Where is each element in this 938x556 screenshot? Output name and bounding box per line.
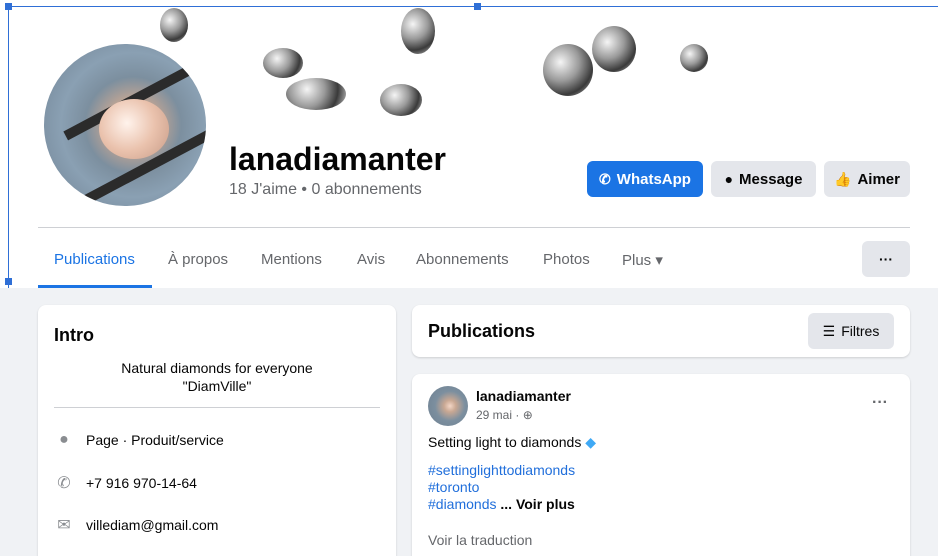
divider (54, 407, 380, 408)
tab-about[interactable]: À propos (168, 251, 228, 268)
publications-title: Publications (428, 321, 536, 341)
hashtag-link[interactable]: #diamonds (428, 496, 497, 512)
diamond-image (543, 44, 593, 96)
diamond-image (680, 44, 708, 72)
diamond-image (592, 26, 636, 72)
diamond-image (263, 48, 303, 78)
intro-row-email: ✉ villediam@gmail.com (54, 515, 218, 535)
diamond-image (286, 78, 346, 110)
message-button[interactable]: ● Message (711, 161, 816, 197)
diamond-emoji-icon: ◆ (585, 434, 596, 450)
messenger-icon: ● (724, 171, 734, 187)
diamond-image (99, 99, 169, 159)
tab-followers[interactable]: Abonnements (416, 251, 509, 268)
whatsapp-label: WhatsApp (616, 170, 691, 188)
tab-mentions[interactable]: Mentions (261, 251, 322, 268)
filter-icon: ☰ (822, 322, 836, 339)
selection-handle[interactable] (5, 278, 12, 285)
like-button[interactable]: 👍 Aimer (824, 161, 910, 197)
category-text: Page · Produit/service (86, 432, 224, 448)
selection-handle[interactable] (474, 3, 481, 10)
profile-avatar[interactable] (40, 40, 210, 210)
divider (38, 227, 910, 228)
intro-title: Intro (54, 325, 94, 345)
globe-icon: ⊕ (522, 408, 533, 422)
hashtag-link[interactable]: #settinglighttodiamonds (428, 462, 575, 479)
tab-more[interactable]: Plus ▾ (622, 251, 663, 269)
phone-text[interactable]: +7 916 970-14-64 (86, 475, 197, 491)
hashtag-link[interactable]: #toronto (428, 479, 575, 496)
intro-row-category: ● Page · Produit/service (54, 431, 224, 449)
see-more-link[interactable]: ... Voir plus (500, 496, 574, 512)
like-label: Aimer (857, 170, 900, 188)
post-avatar[interactable] (428, 386, 468, 426)
post-timestamp[interactable]: 29 mai · ⊕ (476, 408, 533, 422)
bio-line: "DiamVille" (182, 378, 252, 394)
tab-reviews[interactable]: Avis (357, 251, 385, 268)
page-title: lanadiamanter (229, 141, 446, 177)
post-text: Setting light to diamonds ◆ (428, 434, 596, 450)
tab-publications[interactable]: Publications (54, 251, 135, 268)
more-options-button[interactable]: ··· (862, 241, 910, 277)
page-header: lanadiamanter 18 J'aime • 0 abonnements … (0, 0, 938, 288)
thumbs-up-icon: 👍 (834, 170, 852, 187)
filters-button[interactable]: ☰ Filtres (808, 313, 894, 349)
publications-header: Publications ☰ Filtres (412, 305, 910, 357)
message-label: Message (739, 170, 803, 188)
diamond-image (401, 8, 435, 54)
whatsapp-button[interactable]: ✆ WhatsApp (587, 161, 703, 197)
post-hashtags: #settinglighttodiamonds #toronto #diamon… (428, 462, 575, 513)
see-translation-link[interactable]: Voir la traduction (428, 532, 532, 548)
intro-row-phone: ✆ +7 916 970-14-64 (54, 473, 197, 493)
info-icon: ● (59, 431, 69, 448)
active-tab-indicator (38, 285, 152, 288)
diamond-image (160, 8, 188, 42)
email-text[interactable]: villediam@gmail.com (86, 517, 218, 533)
post-menu-button[interactable]: ··· (872, 394, 888, 412)
whatsapp-icon: ✆ (599, 170, 611, 187)
mail-icon: ✉ (57, 517, 71, 534)
bio-line: Natural diamonds for everyone (121, 360, 313, 376)
page-stats[interactable]: 18 J'aime • 0 abonnements (229, 181, 422, 199)
intro-bio: Natural diamonds for everyone "DiamVille… (38, 359, 396, 395)
diamond-image (380, 84, 422, 116)
selection-handle[interactable] (5, 3, 12, 10)
intro-card: Intro Natural diamonds for everyone "Dia… (38, 305, 396, 556)
selection-border (8, 6, 938, 7)
selection-border (8, 6, 9, 288)
tab-photos[interactable]: Photos (543, 251, 590, 268)
post-card: lanadiamanter 29 mai · ⊕ ··· Setting lig… (412, 374, 910, 556)
filters-label: Filtres (841, 323, 880, 339)
phone-icon: ✆ (57, 475, 71, 492)
post-author[interactable]: lanadiamanter (476, 388, 571, 404)
